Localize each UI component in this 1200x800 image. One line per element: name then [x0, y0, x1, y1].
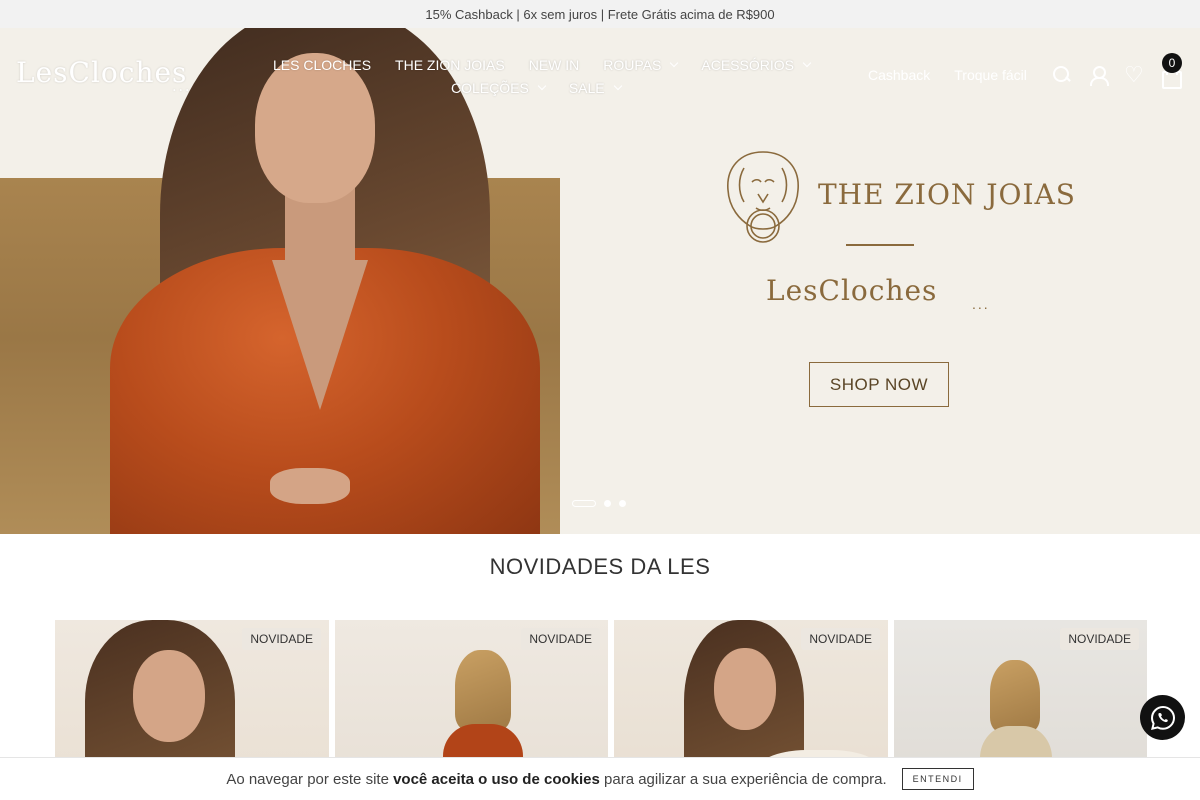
- the-zion-joias-wordmark: THE ZION JOIAS: [818, 178, 1076, 211]
- menu-item-label: COLEÇÕES: [451, 80, 529, 96]
- product-photo-face: [714, 648, 776, 730]
- troque-facil-link[interactable]: Troque fácil: [954, 67, 1027, 83]
- novidade-badge: NOVIDADE: [801, 628, 880, 650]
- novidade-badge: NOVIDADE: [521, 628, 600, 650]
- menu-item-cole-es[interactable]: COLEÇÕES: [451, 80, 547, 96]
- header-actions: Cashback Troque fácil ♡: [868, 64, 1195, 89]
- hero-brand-lockup: THE ZION JOIAS LesCloches ...: [700, 146, 1075, 346]
- menu-item-les-cloches[interactable]: LES CLOCHES: [273, 57, 371, 73]
- product-photo: [455, 650, 511, 730]
- hero-photo-face: [255, 53, 375, 203]
- chevron-down-icon: [613, 81, 622, 91]
- whatsapp-button[interactable]: [1140, 695, 1185, 740]
- menu-item-roupas[interactable]: ROUPAS: [603, 57, 679, 73]
- slide-dot-3[interactable]: [619, 500, 626, 507]
- menu-item-sale[interactable]: SALE: [568, 80, 622, 96]
- announcement-text: 15% Cashback | 6x sem juros | Frete Grát…: [425, 6, 775, 22]
- product-photo: [990, 660, 1040, 732]
- announcement-bar: 15% Cashback | 6x sem juros | Frete Grát…: [0, 0, 1200, 28]
- menu-item-label: LES CLOCHES: [273, 57, 372, 73]
- slide-dot-2[interactable]: [604, 500, 611, 507]
- novidade-badge: NOVIDADE: [242, 628, 321, 650]
- hero-photo-neckline: [272, 260, 368, 410]
- hero-banner[interactable]: THE ZION JOIAS LesCloches ...: [0, 28, 1200, 534]
- menu-item-label: ROUPAS: [603, 57, 662, 73]
- hero-photo-hand: [270, 468, 350, 504]
- cookie-accept-button[interactable]: ENTENDI: [901, 768, 974, 790]
- search-icon[interactable]: [1051, 64, 1073, 86]
- user-icon[interactable]: [1087, 64, 1109, 86]
- chevron-down-icon: [802, 58, 812, 68]
- slide-dot-1[interactable]: [572, 500, 596, 507]
- cookie-text-start: Ao navegar por este site: [226, 770, 394, 788]
- chevron-down-icon: [670, 58, 679, 68]
- novidade-badge: NOVIDADE: [1060, 628, 1139, 650]
- site-logo-text: LesCloches: [16, 56, 188, 89]
- site-logo-dots: ...: [172, 79, 192, 95]
- slider-pagination: [572, 500, 626, 507]
- chevron-down-icon: [537, 81, 547, 91]
- lion-logo-icon: [727, 151, 799, 243]
- section-title: NOVIDADES DA LES: [489, 554, 711, 579]
- main-menu-row-2: COLEÇÕES SALE: [451, 80, 645, 96]
- menu-item-label: NEW IN: [528, 57, 580, 73]
- brand-divider: [846, 244, 914, 246]
- cart-count-badge[interactable]: 0: [1162, 53, 1182, 73]
- shop-now-button[interactable]: SHOP NOW: [809, 362, 949, 407]
- cookie-text: Ao navegar por este site você aceita o u…: [226, 771, 886, 788]
- cashback-link[interactable]: Cashback: [868, 67, 930, 83]
- main-menu-row-1: LES CLOCHES THE ZION JOIAS NEW IN ROUPAS ACE…: [273, 57, 834, 73]
- menu-item-label: THE ZION JOIAS: [395, 57, 505, 73]
- menu-item-acess-rios[interactable]: ACESSÓRIOS: [701, 57, 812, 73]
- menu-item-label: ACESSÓRIOS: [701, 57, 794, 73]
- whatsapp-icon: [1150, 705, 1175, 730]
- site-logo[interactable]: LesCloches ...: [16, 56, 189, 95]
- cookie-text-bold: você aceita o uso de cookies: [393, 770, 600, 788]
- menu-item-the-zion-joias[interactable]: THE ZION JOIAS: [395, 57, 505, 73]
- menu-item-new-in[interactable]: NEW IN: [529, 57, 580, 73]
- cookie-text-end: para agilizar a sua experiência de compr…: [599, 770, 887, 788]
- heart-icon[interactable]: ♡: [1123, 64, 1145, 86]
- cookie-consent-bar: Ao navegar por este site você aceita o u…: [0, 757, 1200, 800]
- les-cloches-wordmark: LesCloches: [766, 274, 938, 307]
- product-photo-face: [133, 650, 205, 742]
- menu-item-label: SALE: [568, 80, 605, 96]
- les-cloches-dots: ...: [972, 296, 990, 312]
